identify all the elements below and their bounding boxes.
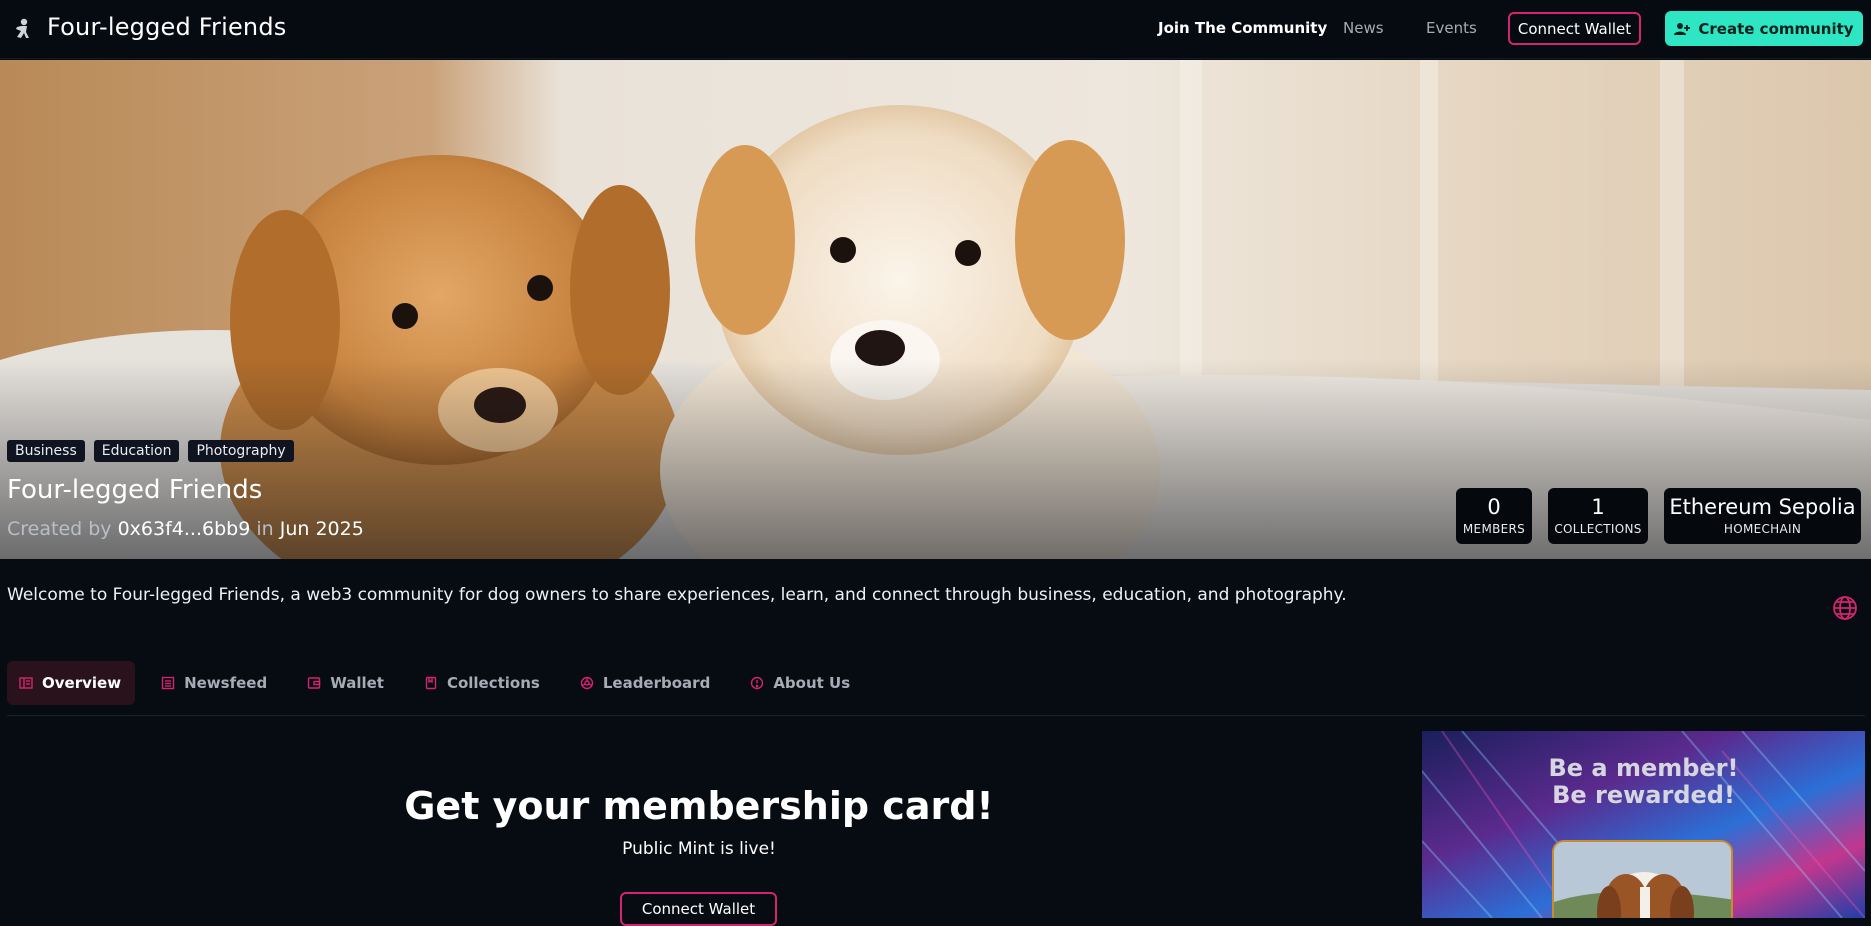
leaderboard-icon [580,676,594,690]
collections-icon [425,676,437,690]
collections-label: COLLECTIONS [1554,522,1642,536]
hero-banner: Business Education Photography Four-legg… [0,60,1871,559]
community-tabs: Overview Newsfeed Wallet Collections Lea… [7,661,878,705]
tab-overview[interactable]: Overview [7,661,136,705]
homechain-value: Ethereum Sepolia [1669,495,1856,519]
membership-title: Get your membership card! [404,784,994,828]
homechain-stat: Ethereum Sepolia HOMECHAIN [1664,488,1861,544]
tab-newsfeed[interactable]: Newsfeed [149,661,281,705]
in-word: in [256,518,274,540]
creator-address[interactable]: 0x63f4...6bb9 [118,518,251,540]
tab-leaderboard[interactable]: Leaderboard [568,661,724,705]
created-date: Jun 2025 [279,518,364,540]
members-stat: 0 MEMBERS [1456,488,1532,544]
nav-events[interactable]: Events [1426,19,1477,37]
homechain-label: HOMECHAIN [1723,522,1802,536]
astronaut-logo-icon[interactable] [11,17,33,41]
overview-icon [19,677,33,689]
wallet-icon [307,677,321,689]
tab-collections-label: Collections [446,674,540,692]
globe-icon[interactable] [1832,595,1858,621]
members-count: 0 [1487,495,1501,519]
collections-count: 1 [1591,495,1605,519]
promo-line-1: Be a member! [1548,754,1739,782]
promo-line-2: Be rewarded! [1552,781,1735,809]
dog-nft-image [1554,842,1731,918]
nav-join-community[interactable]: Join The Community [1158,19,1327,37]
membership-promo-card: Be a member! Be rewarded! [1422,731,1865,918]
tab-wallet-label: Wallet [330,674,384,692]
top-navigation-bar: Four-legged Friends Join The Community N… [0,0,1871,59]
tab-collections[interactable]: Collections [412,661,554,705]
created-by-prefix: Created by [7,518,112,540]
create-community-label: Create community [1698,19,1854,38]
membership-subtitle: Public Mint is live! [622,839,776,859]
tabs-divider [7,715,1865,716]
tag-education[interactable]: Education [93,440,180,462]
create-community-button[interactable]: Create community [1665,11,1863,46]
membership-connect-wallet-button[interactable]: Connect Wallet [620,892,777,926]
tag-photography[interactable]: Photography [188,440,294,462]
tab-about-us-label: About Us [773,674,851,692]
nav-news[interactable]: News [1343,19,1384,37]
created-by-line: Created by 0x63f4...6bb9 in Jun 2025 [7,518,364,540]
community-description: Welcome to Four-legged Friends, a web3 c… [7,585,1347,605]
promo-text: Be a member! Be rewarded! [1422,755,1865,809]
tab-leaderboard-label: Leaderboard [602,674,711,692]
tag-business[interactable]: Business [7,440,85,462]
connect-wallet-button[interactable]: Connect Wallet [1508,12,1641,45]
brand-name[interactable]: Four-legged Friends [47,13,286,41]
tab-wallet[interactable]: Wallet [295,661,398,705]
community-title: Four-legged Friends [7,475,263,505]
tab-newsfeed-label: Newsfeed [184,674,268,692]
newsfeed-icon [161,676,175,690]
collections-stat: 1 COLLECTIONS [1548,488,1648,544]
add-user-icon [1674,23,1691,35]
info-icon [751,676,764,690]
tab-overview-label: Overview [42,674,122,692]
membership-nft-card[interactable] [1552,840,1733,918]
tab-about-us[interactable]: About Us [738,661,864,705]
category-tags: Business Education Photography [7,440,294,462]
members-label: MEMBERS [1462,522,1526,536]
